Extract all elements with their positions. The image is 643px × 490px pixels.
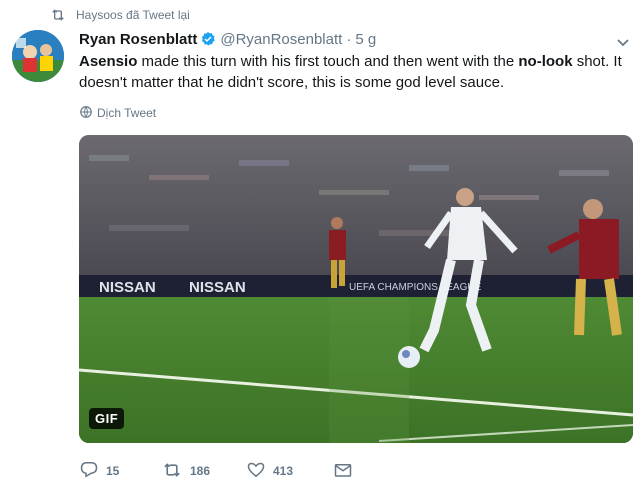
author-name[interactable]: Ryan Rosenblatt [79, 31, 197, 48]
direct-message-button[interactable] [334, 462, 352, 481]
ad-board-2: NISSAN [189, 279, 246, 296]
tweet-text-bold-2: no-look [518, 53, 573, 70]
retweet-context-label: Haysoos đã Tweet lại [76, 8, 190, 22]
reply-count: 15 [106, 464, 120, 478]
translate-link[interactable]: Dịch Tweet [79, 104, 156, 122]
tweet-header: Ryan Rosenblatt @RyanRosenblatt · 5 g [79, 29, 376, 49]
avatar[interactable] [12, 30, 64, 82]
message-icon [334, 462, 352, 481]
retweet-context[interactable]: Haysoos đã Tweet lại [52, 6, 190, 24]
retweet-icon [162, 462, 182, 481]
retweet-button[interactable]: 186 [162, 462, 247, 481]
reply-button[interactable]: 15 [80, 461, 162, 481]
retweet-count: 186 [190, 464, 211, 478]
tweet-text-bold-1: Asensio [79, 53, 138, 70]
reply-icon [80, 461, 98, 481]
like-count: 413 [273, 464, 294, 478]
ad-board-1: NISSAN [99, 279, 156, 296]
globe-icon [79, 105, 93, 122]
tweet-text: Asensio made this turn with his first to… [79, 51, 639, 93]
tweet-text-part-2: made this turn with his first touch and … [137, 53, 519, 70]
timestamp[interactable]: 5 g [355, 31, 376, 48]
retweet-icon [50, 8, 66, 22]
tweet-media-gif[interactable]: NISSAN NISSAN UEFA CHAMPIONS LEAGUE GIF [79, 135, 633, 443]
tweet-actions: 15 186 413 [80, 460, 352, 482]
like-icon [247, 461, 265, 481]
separator: · [346, 30, 352, 48]
ad-board-3: UEFA CHAMPIONS LEAGUE [349, 282, 482, 293]
author-handle[interactable]: @RyanRosenblatt [220, 31, 342, 48]
gif-badge: GIF [89, 408, 125, 429]
verified-icon [200, 31, 216, 47]
translate-label: Dịch Tweet [97, 106, 157, 120]
caret-down-icon[interactable] [617, 34, 629, 52]
like-button[interactable]: 413 [247, 461, 334, 481]
